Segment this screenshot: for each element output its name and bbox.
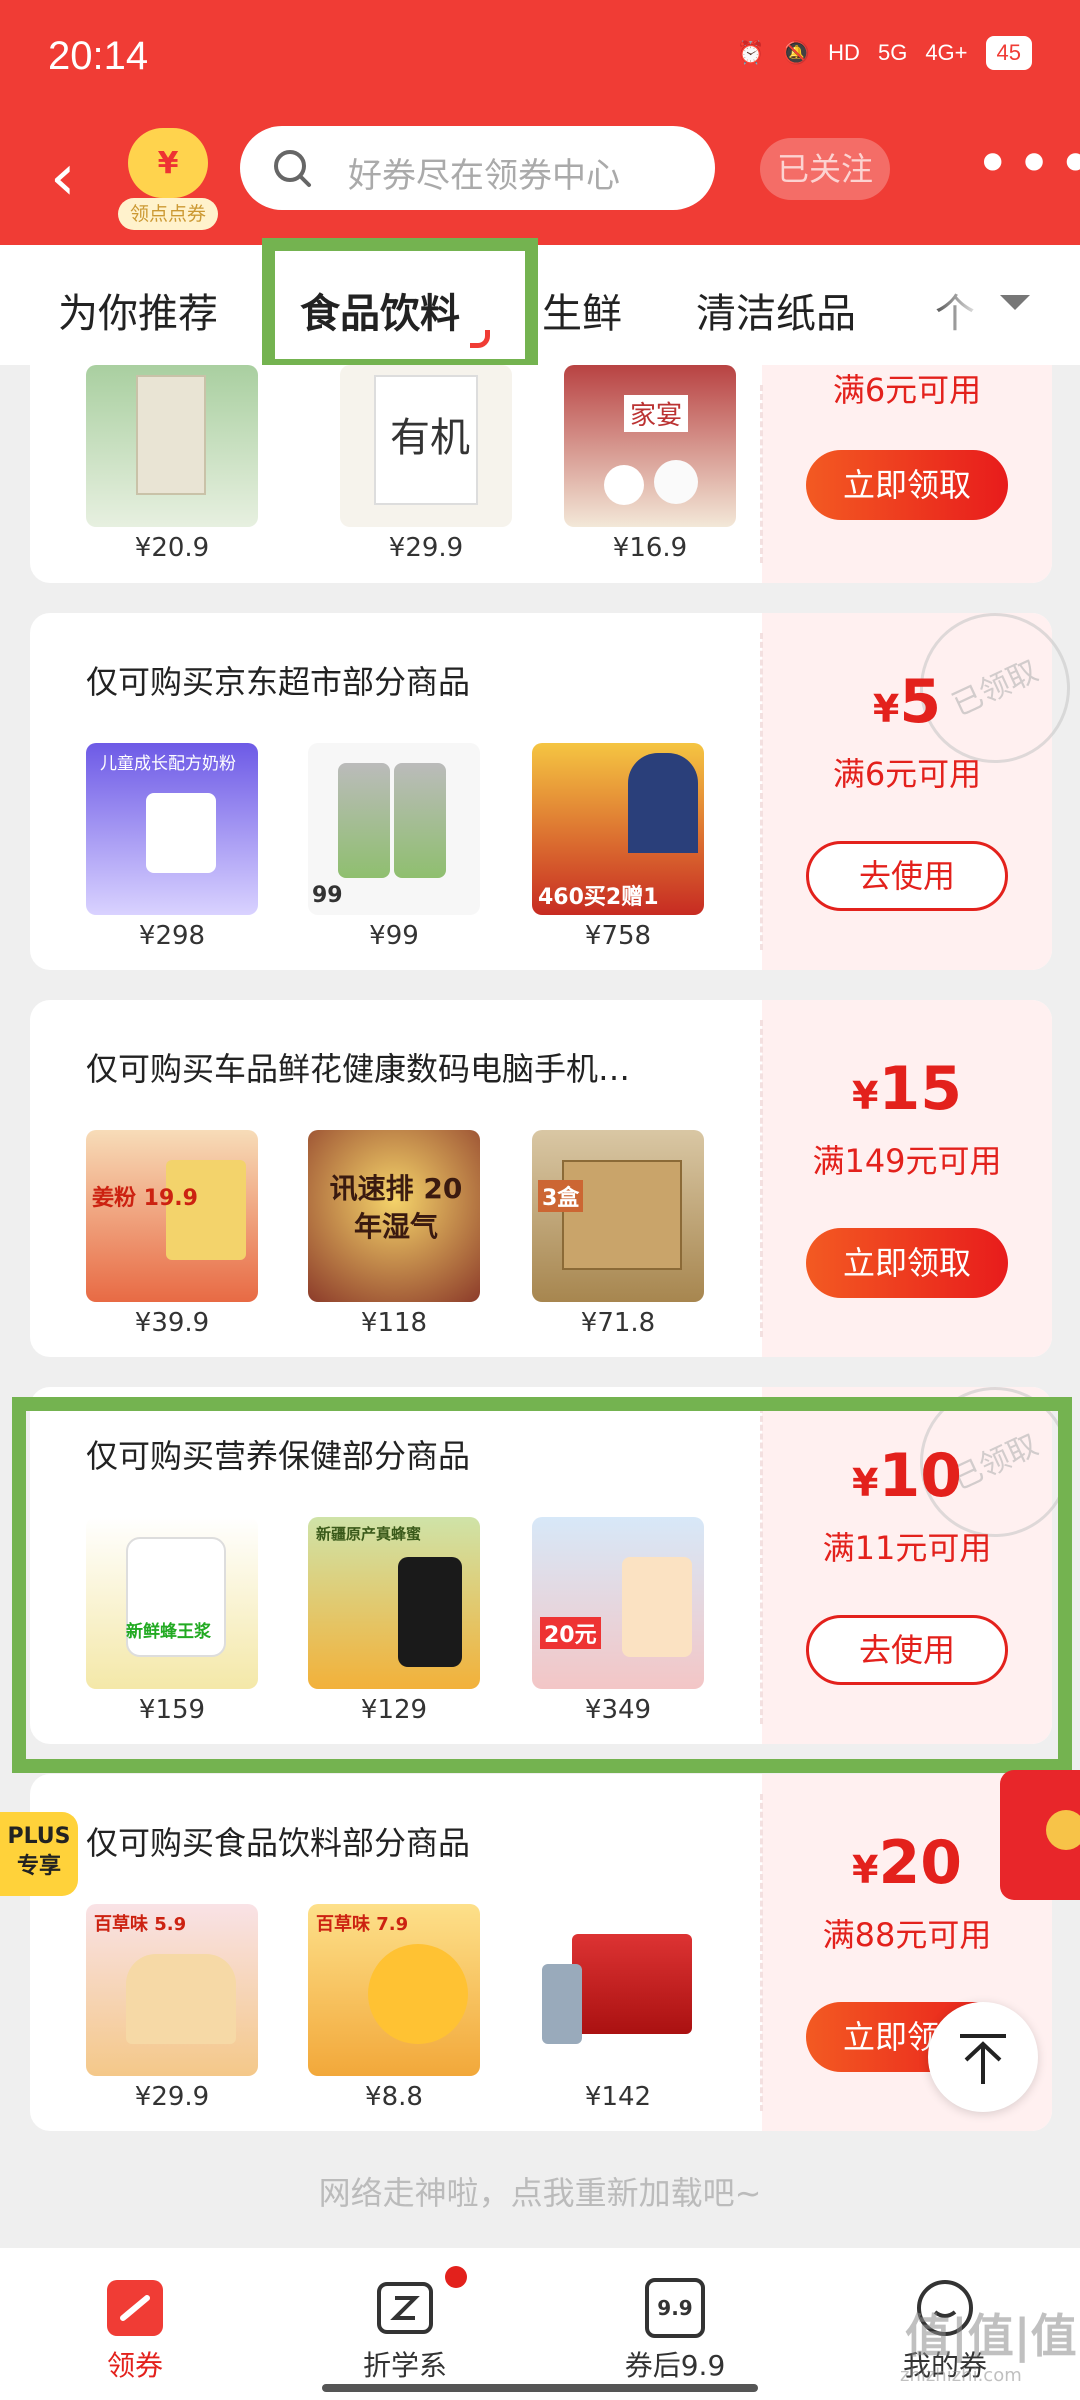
mute-icon: 🔕 bbox=[782, 40, 811, 65]
product-image-toast-bread[interactable]: 百草味 5.9 bbox=[86, 1904, 258, 2076]
top-nav: ‹ ¥ 领点点券 好券尽在领券中心 已关注 ••• bbox=[0, 120, 1080, 245]
claim-button[interactable]: 立即领取 bbox=[806, 450, 1008, 520]
red-packet-icon[interactable] bbox=[1000, 1770, 1080, 1900]
product-image-wine-box[interactable]: 460买2赠1 bbox=[532, 743, 704, 915]
tab-fresh[interactable]: 生鲜 bbox=[542, 281, 622, 339]
product-price: ¥16.9 bbox=[612, 533, 688, 563]
coupon-title: 仅可购买车品鲜花健康数码电脑手机… bbox=[86, 1050, 631, 1088]
product-price: ¥29.9 bbox=[134, 2082, 210, 2112]
coupon-badge-icon: ¥ bbox=[128, 128, 208, 198]
notification-dot bbox=[445, 2266, 467, 2288]
coupon-divider bbox=[760, 385, 763, 563]
bottom-nav-label: 领券 bbox=[106, 2349, 163, 2382]
signal-5g-icon: 5G bbox=[877, 40, 908, 65]
product-price: ¥298 bbox=[138, 921, 206, 951]
product-image-text: 百草味 5.9 bbox=[94, 1914, 187, 1935]
product-image-text: 姜粉 19.9 bbox=[92, 1186, 198, 1211]
product-price: ¥20.9 bbox=[134, 533, 210, 563]
tab-cleaning-paper[interactable]: 清洁纸品 bbox=[696, 281, 856, 339]
plus-exclusive-badge: PLUS专享 bbox=[0, 1812, 78, 1896]
product-image-text: 儿童成长配方奶粉 bbox=[100, 754, 236, 774]
coupon-title: 仅可购买京东超市部分商品 bbox=[86, 663, 471, 701]
search-placeholder: 好券尽在领券中心 bbox=[348, 156, 620, 196]
chevron-down-icon[interactable] bbox=[1000, 295, 1030, 310]
bottom-nav-after-coupon-99[interactable]: 9.9 券后9.9 bbox=[575, 2248, 775, 2398]
category-tabs: 为你推荐 食品饮料 生鲜 清洁纸品 个 bbox=[0, 245, 1080, 365]
search-bar[interactable]: 好券尽在领券中心 bbox=[240, 126, 715, 210]
product-price: ¥39.9 bbox=[134, 1308, 210, 1338]
product-image-buns[interactable]: 家宴 bbox=[564, 365, 736, 527]
watermark-url: zhizhizhi.com bbox=[900, 2365, 1022, 2386]
more-icon[interactable]: ••• bbox=[975, 134, 1080, 194]
coupon-condition: 满149元可用 bbox=[812, 1142, 1002, 1180]
reload-message[interactable]: 网络走神啦，点我重新加载吧~ bbox=[0, 2168, 1080, 2214]
highlight-box-card bbox=[12, 1397, 1072, 1773]
product-price: ¥142 bbox=[584, 2082, 652, 2112]
hd-icon: HD bbox=[828, 40, 860, 65]
header: 20:14 ⏰ 🔕 HD 5G 4G+ 45 ‹ ¥ 领点点券 好券尽在领券中心… bbox=[0, 0, 1080, 245]
coupon-amount: ¥5 bbox=[872, 667, 942, 737]
product-image-text: 百草味 7.9 bbox=[316, 1914, 409, 1935]
product-image-text: 有机 bbox=[390, 415, 470, 461]
product-image-flour[interactable]: 有机 bbox=[340, 365, 512, 527]
product-price: ¥118 bbox=[360, 1308, 428, 1338]
arrow-up-icon bbox=[960, 2034, 1006, 2084]
red-packet-seal bbox=[1046, 1810, 1080, 1850]
coupon-badge-label: 领点点券 bbox=[118, 198, 218, 230]
coupon-condition: 满6元可用 bbox=[832, 371, 982, 409]
search-icon bbox=[274, 150, 311, 187]
follow-button[interactable]: 已关注 bbox=[760, 138, 890, 200]
z-icon bbox=[377, 2282, 433, 2334]
product-image-tea-cans[interactable]: 99 bbox=[308, 743, 480, 915]
signal-4g-icon: 4G+ bbox=[925, 40, 968, 65]
nine-nine-icon: 9.9 bbox=[645, 2278, 705, 2338]
coupon-title: 仅可购买食品饮料部分商品 bbox=[86, 1824, 471, 1862]
product-image-ginger-powder[interactable]: 姜粉 19.9 bbox=[86, 1130, 258, 1302]
watermark: 值|值|值 bbox=[905, 2309, 1077, 2363]
product-image-text: 460买2赠1 bbox=[538, 885, 659, 910]
coupon-condition: 满88元可用 bbox=[822, 1916, 992, 1954]
bottom-nav-label: 券后9.9 bbox=[624, 2349, 726, 2382]
coupon-points-badge[interactable]: ¥ 领点点券 bbox=[118, 128, 218, 230]
coupon-card: 已领取 仅可购买京东超市部分商品 儿童成长配方奶粉 ¥298 99 ¥99 46… bbox=[30, 588, 1080, 970]
product-image-herbal-box[interactable]: 3盒 bbox=[532, 1130, 704, 1302]
product-image-tea[interactable] bbox=[86, 365, 258, 527]
product-image-text: 99 bbox=[312, 883, 343, 908]
coupon-icon bbox=[107, 2280, 163, 2336]
product-price: ¥71.8 bbox=[580, 1308, 656, 1338]
coupon-card: ¥20.9 有机 ¥29.9 家宴 ¥16.9 满6元可用 立即领取 bbox=[30, 365, 1052, 583]
product-image-text: 家宴 bbox=[624, 395, 689, 432]
coupon-condition: 满6元可用 bbox=[832, 755, 982, 793]
bottom-nav-zhexuexi[interactable]: 折学系 bbox=[305, 2248, 505, 2398]
alarm-icon: ⏰ bbox=[737, 40, 765, 65]
tab-recommend[interactable]: 为你推荐 bbox=[58, 281, 218, 339]
product-price: ¥29.9 bbox=[388, 533, 464, 563]
claim-button[interactable]: 立即领取 bbox=[806, 1228, 1008, 1298]
status-icons: ⏰ 🔕 HD 5G 4G+ 45 bbox=[737, 36, 1032, 70]
status-time: 20:14 bbox=[48, 34, 149, 78]
status-bar: 20:14 ⏰ 🔕 HD 5G 4G+ 45 bbox=[0, 0, 1080, 120]
back-icon[interactable]: ‹ bbox=[50, 146, 100, 210]
scroll-to-top-button[interactable] bbox=[928, 2002, 1038, 2112]
product-image-herbal-tea[interactable]: 讯速排 20年湿气 bbox=[308, 1130, 480, 1302]
product-image-text: 3盒 bbox=[538, 1180, 584, 1212]
highlight-box-tab bbox=[262, 238, 538, 372]
battery-icon: 45 bbox=[985, 36, 1032, 70]
home-indicator bbox=[322, 2384, 758, 2392]
product-image-milk-powder[interactable]: 儿童成长配方奶粉 bbox=[86, 743, 258, 915]
coupon-card: 仅可购买食品饮料部分商品 百草味 5.9 ¥29.9 百草味 7.9 ¥8.8 … bbox=[30, 1774, 1052, 2131]
product-image-gift-box[interactable] bbox=[532, 1904, 704, 2076]
use-button[interactable]: 去使用 bbox=[806, 841, 1008, 911]
product-price: ¥99 bbox=[369, 921, 419, 951]
product-image-text: 讯速排 20年湿气 bbox=[329, 1172, 463, 1243]
product-price: ¥8.8 bbox=[365, 2082, 423, 2112]
product-image-dried-mango[interactable]: 百草味 7.9 bbox=[308, 1904, 480, 2076]
coupon-card: 仅可购买车品鲜花健康数码电脑手机… 姜粉 19.9 ¥39.9 讯速排 20年湿… bbox=[30, 1000, 1052, 1357]
bottom-nav-coupons[interactable]: 领券 bbox=[35, 2248, 235, 2398]
bottom-nav-label: 折学系 bbox=[362, 2349, 447, 2382]
coupon-amount: ¥15 bbox=[852, 1054, 962, 1124]
product-price: ¥758 bbox=[584, 921, 652, 951]
